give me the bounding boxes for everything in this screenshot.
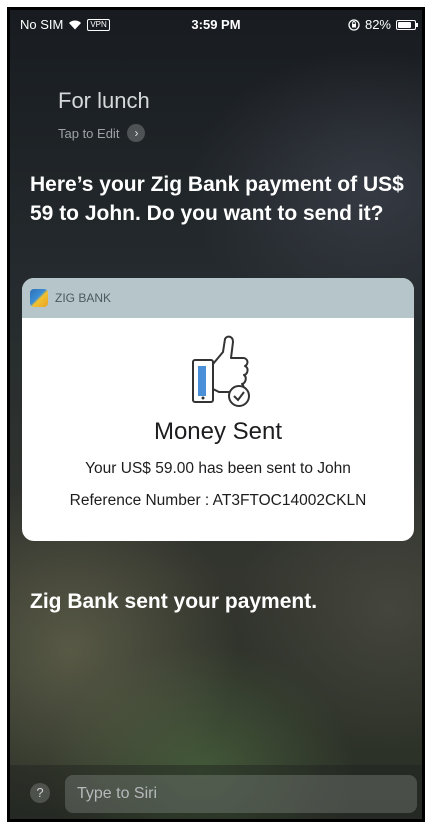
type-to-siri-input[interactable] [65, 775, 417, 813]
reference-number: Reference Number : AT3FTOC14002CKLN [69, 492, 367, 509]
siri-response-text: Here’s your Zig Bank payment of US$ 59 t… [30, 173, 404, 225]
status-right: 82% [348, 17, 418, 32]
card-title: Money Sent [153, 418, 283, 445]
zig-bank-app-icon [30, 289, 48, 307]
phone-screen: No SIM VPN 3:59 PM 82% For lunch Tap to … [7, 7, 425, 822]
battery-fill [398, 21, 412, 28]
siri-query-text[interactable]: For lunch [58, 88, 150, 114]
help-button[interactable]: ? [30, 783, 50, 803]
payment-card[interactable]: ZIG BANK Money Sent Your US$ 59.00 has b… [22, 278, 414, 541]
sent-confirmation: Your US$ 59.00 has been sent to John [85, 460, 351, 477]
card-header: ZIG BANK [22, 278, 414, 318]
siri-bottom-bar: ? [10, 765, 422, 819]
battery-percent: 82% [364, 17, 391, 32]
battery-icon [396, 19, 418, 30]
thumbs-up-phone-icon [192, 335, 250, 407]
orientation-lock-icon [348, 18, 360, 31]
app-name: ZIG BANK [55, 291, 112, 305]
tap-to-edit-label: Tap to Edit [58, 125, 120, 141]
siri-final-response: Zig Bank sent your payment. [30, 590, 318, 613]
chevron-right-icon: › [127, 124, 146, 142]
status-bar: No SIM VPN 3:59 PM 82% [10, 10, 422, 38]
tap-to-edit[interactable]: Tap to Edit › [58, 124, 146, 142]
